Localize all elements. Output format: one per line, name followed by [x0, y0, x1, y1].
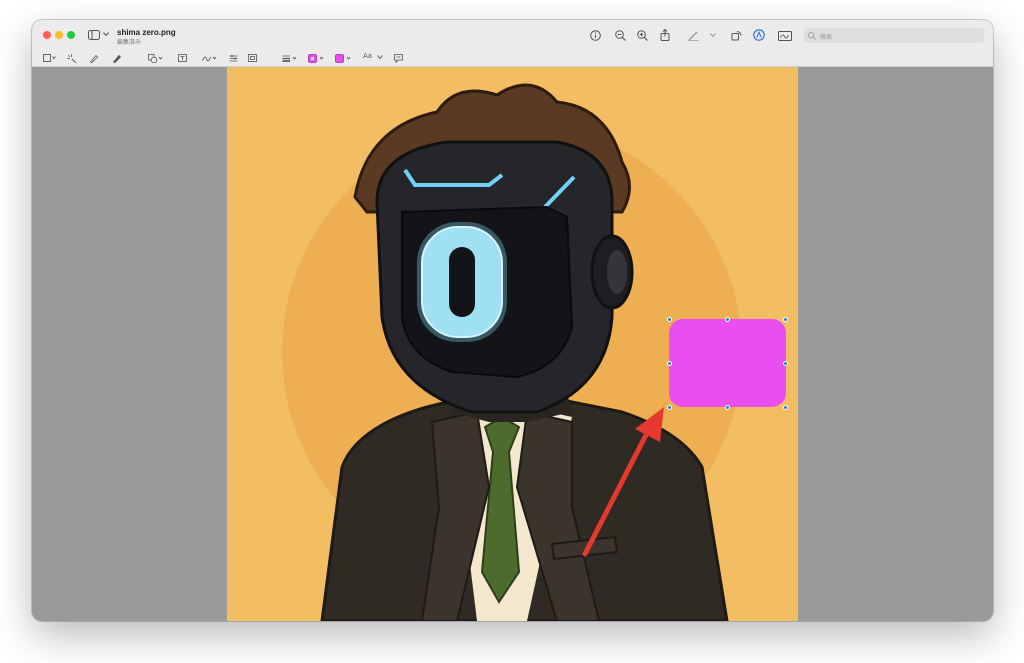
- maximize-window-button[interactable]: [67, 31, 75, 39]
- document-title: shima zero.png: [117, 28, 176, 37]
- selection-handle-bottom-right[interactable]: [783, 405, 788, 410]
- share-icon[interactable]: [660, 29, 670, 41]
- zoom-out-icon[interactable]: [615, 30, 626, 41]
- preview-window: shima zero.png 編集済み 検索 Aa: [32, 20, 993, 621]
- text-style-label: Aa: [363, 52, 373, 60]
- selection-handle-left[interactable]: [667, 361, 672, 366]
- sign-tool-icon[interactable]: [202, 54, 218, 63]
- image-canvas[interactable]: [227, 67, 798, 621]
- text-style-button[interactable]: Aa: [363, 53, 372, 60]
- selection-handle-top-right[interactable]: [783, 317, 788, 322]
- draw-tool-icon[interactable]: [113, 54, 122, 63]
- border-color-icon[interactable]: [308, 54, 326, 63]
- selection-tool-icon[interactable]: [43, 54, 57, 62]
- info-icon[interactable]: [590, 30, 601, 41]
- chevron-down-icon[interactable]: [377, 54, 383, 60]
- selection-handle-bottom-left[interactable]: [667, 405, 672, 410]
- close-window-button[interactable]: [43, 31, 51, 39]
- adjust-size-icon[interactable]: [248, 54, 257, 62]
- selection-handle-top[interactable]: [725, 317, 730, 322]
- selection-handle-top-left[interactable]: [667, 317, 672, 322]
- search-placeholder: 検索: [820, 35, 833, 41]
- zoom-in-icon[interactable]: [637, 30, 648, 41]
- minimize-window-button[interactable]: [55, 31, 63, 39]
- selection-handle-right[interactable]: [783, 361, 788, 366]
- adjust-color-icon[interactable]: [229, 54, 238, 63]
- chevron-down-icon[interactable]: [103, 31, 109, 37]
- character-illustration: [282, 83, 786, 621]
- pink-rectangle-shape[interactable]: [669, 319, 786, 407]
- selection-handle-bottom[interactable]: [725, 405, 730, 410]
- ear-module-inner: [607, 250, 627, 294]
- chevron-down-icon[interactable]: [710, 32, 716, 38]
- markup-toolbar: Aa: [32, 51, 993, 67]
- search-icon: [808, 32, 816, 40]
- fill-color-icon[interactable]: [335, 54, 353, 63]
- instant-alpha-icon[interactable]: [67, 54, 76, 63]
- title-bar: shima zero.png 編集済み 検索: [32, 20, 993, 51]
- text-tool-icon[interactable]: [178, 54, 187, 62]
- zero-digit-hole: [449, 247, 475, 317]
- sidebar-icon[interactable]: [88, 30, 100, 40]
- rotate-icon[interactable]: [731, 30, 742, 41]
- shapes-tool-icon[interactable]: [148, 54, 164, 63]
- annotate-icon[interactable]: [394, 54, 403, 63]
- document-status: 編集済み: [117, 40, 142, 46]
- line-style-icon[interactable]: [282, 54, 298, 63]
- sketch-tool-icon[interactable]: [90, 54, 99, 63]
- search-field[interactable]: 検索: [804, 28, 984, 43]
- markup-icon[interactable]: [753, 29, 765, 41]
- pen-icon[interactable]: [688, 30, 699, 41]
- signature-icon[interactable]: [778, 30, 792, 41]
